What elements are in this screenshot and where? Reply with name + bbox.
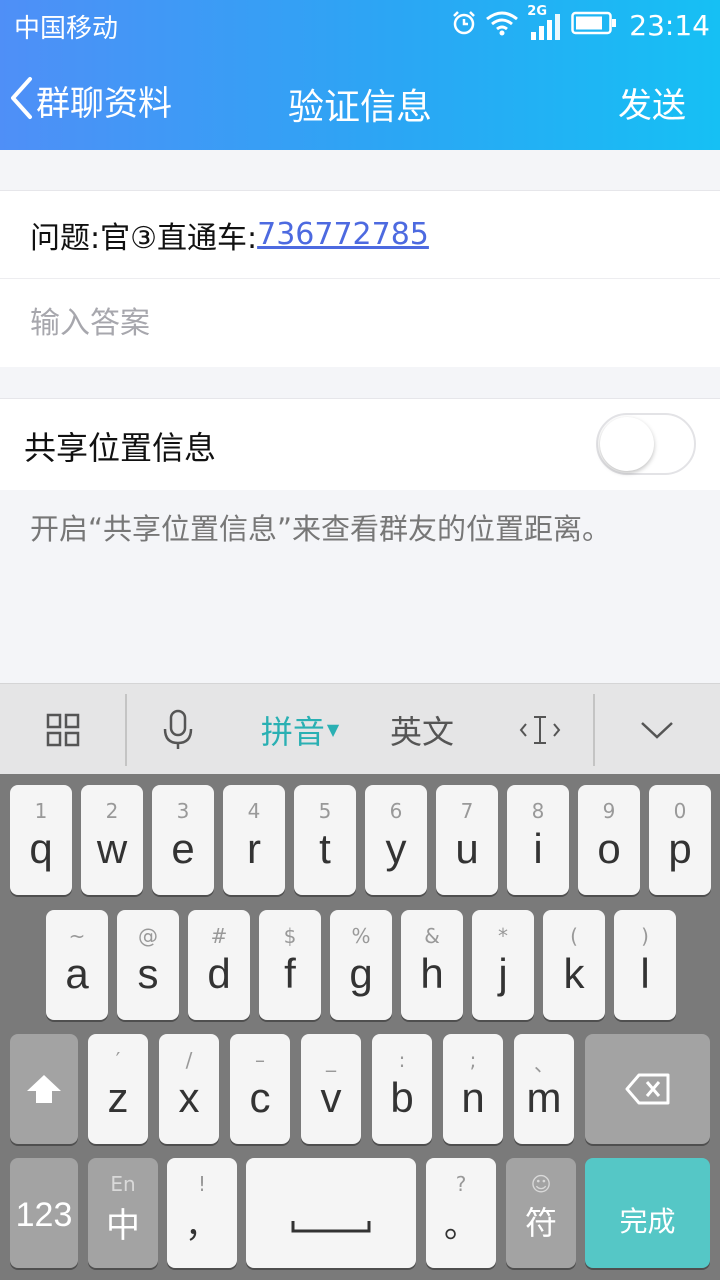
key-z[interactable]: ′ z: [88, 1034, 148, 1144]
key-r[interactable]: 4r: [223, 785, 285, 895]
key-c[interactable]: – c: [230, 1034, 290, 1144]
key-b[interactable]: :b: [372, 1034, 432, 1144]
symbols-key[interactable]: ☺ 符: [506, 1158, 576, 1268]
share-location-description: 开启“共享位置信息”来查看群友的位置距离。: [30, 512, 612, 546]
key-w[interactable]: 2w: [81, 785, 143, 895]
signal-icon: 2G: [527, 4, 563, 42]
key-f[interactable]: $ f: [259, 910, 321, 1020]
key-g[interactable]: % g: [330, 910, 392, 1020]
status-icons: 2G 23:14: [451, 4, 710, 44]
key-e[interactable]: 3e: [152, 785, 214, 895]
keyboard: 1q 2w 3e 4r 5t 6y 7u 8i 9o 0p ~ a @ s # d $…: [0, 774, 720, 1280]
back-button[interactable]: 群聊资料: [8, 74, 172, 126]
key-m[interactable]: 、 m: [514, 1034, 574, 1144]
key-q[interactable]: 1q: [10, 785, 72, 895]
keyboard-toolbar: 拼音 ▼ 英文: [0, 683, 720, 774]
key-a[interactable]: ~ a: [46, 910, 108, 1020]
toolbar-divider: [593, 694, 595, 766]
space-bar-icon: [246, 1158, 416, 1268]
shift-arrow-icon: [10, 1034, 78, 1144]
send-button[interactable]: 发送: [618, 78, 686, 127]
back-label: 群聊资料: [36, 83, 172, 124]
shift-key[interactable]: [10, 1034, 78, 1144]
question-row: 问题:官③直通车: 736772785: [0, 191, 720, 279]
answer-input[interactable]: [0, 279, 720, 367]
key-n[interactable]: ; n: [443, 1034, 503, 1144]
space-key[interactable]: [246, 1158, 416, 1268]
chevron-down-icon[interactable]: [612, 684, 702, 775]
status-bar: 中国移动 2G 23:14: [0, 0, 720, 50]
question-link[interactable]: 736772785: [257, 217, 429, 252]
microphone-icon[interactable]: [136, 684, 220, 775]
toolbar-divider: [125, 694, 127, 766]
dropdown-caret-icon: ▼: [326, 720, 340, 739]
key-y[interactable]: 6y: [365, 785, 427, 895]
comma-key[interactable]: ! ，: [167, 1158, 237, 1268]
wifi-icon: [485, 10, 519, 40]
key-s[interactable]: @ s: [117, 910, 179, 1020]
period-key[interactable]: ? 。: [426, 1158, 496, 1268]
key-u[interactable]: 7u: [436, 785, 498, 895]
header: 中国移动 2G 23:14 群聊资料 验证信息 发送: [0, 0, 720, 150]
share-location-row: 共享位置信息: [0, 398, 720, 490]
toggle-knob: [600, 417, 654, 471]
key-d[interactable]: # d: [188, 910, 250, 1020]
grid-icon[interactable]: [18, 684, 108, 775]
key-l[interactable]: ) l: [614, 910, 676, 1020]
battery-icon: [571, 11, 617, 39]
numbers-key[interactable]: 123: [10, 1158, 78, 1268]
done-key[interactable]: 完成: [585, 1158, 710, 1268]
language-switch-key[interactable]: En 中: [88, 1158, 158, 1268]
emoji-icon: ☺: [530, 1172, 552, 1196]
key-k[interactable]: (k: [543, 910, 605, 1020]
share-location-label: 共享位置信息: [24, 429, 217, 467]
key-h[interactable]: & h: [401, 910, 463, 1020]
english-mode-button[interactable]: 英文: [375, 684, 469, 775]
nav-bar: 群聊资料 验证信息 发送: [0, 50, 720, 150]
question-label: 问题:官③直通车:: [30, 220, 258, 256]
key-o[interactable]: 9o: [578, 785, 640, 895]
carrier-name: 中国移动: [14, 14, 119, 44]
key-j[interactable]: * j: [472, 910, 534, 1020]
pinyin-mode-button[interactable]: 拼音 ▼: [250, 684, 350, 775]
backspace-icon: [585, 1034, 710, 1144]
verification-section: 问题:官③直通车: 736772785: [0, 190, 720, 367]
alarm-icon: [451, 10, 477, 40]
chevron-left-icon: [8, 75, 34, 125]
clock: 23:14: [629, 8, 710, 42]
backspace-key[interactable]: [585, 1034, 710, 1144]
key-t[interactable]: 5t: [294, 785, 356, 895]
pinyin-label: 拼音: [260, 712, 325, 751]
text-cursor-icon[interactable]: [500, 684, 580, 775]
key-v[interactable]: _ v: [301, 1034, 361, 1144]
key-x[interactable]: / x: [159, 1034, 219, 1144]
key-i[interactable]: 8i: [507, 785, 569, 895]
key-p[interactable]: 0p: [649, 785, 711, 895]
share-location-toggle[interactable]: [596, 413, 696, 475]
